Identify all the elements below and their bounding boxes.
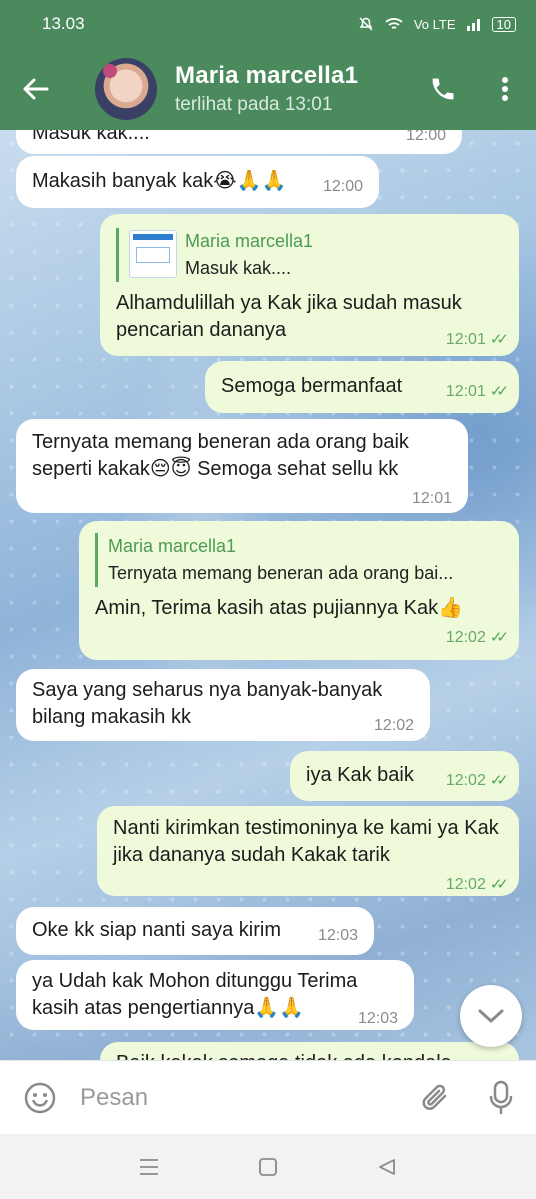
message-out[interactable]: Nanti kirimkan testimoninya ke kami ya K… bbox=[97, 806, 519, 896]
recent-apps-button[interactable] bbox=[129, 1147, 169, 1187]
status-time: 13.03 bbox=[42, 14, 85, 33]
message-out[interactable]: iya Kak baik 12:02 ✓✓ bbox=[290, 751, 519, 801]
scroll-down-button[interactable] bbox=[460, 985, 522, 1047]
wifi-icon bbox=[385, 18, 403, 29]
microphone-icon bbox=[489, 1080, 513, 1114]
system-nav-bar bbox=[0, 1134, 536, 1199]
phone-icon bbox=[432, 78, 454, 100]
home-button[interactable] bbox=[248, 1147, 288, 1187]
message-time: 12:00 bbox=[405, 130, 446, 144]
message-time: 12:02 bbox=[445, 772, 486, 789]
chat-area[interactable]: Masuk kak.... 12:00 Makasih banyak kak😭🙏… bbox=[0, 130, 536, 1060]
double-check-icon: ✓✓ bbox=[489, 331, 509, 348]
avatar[interactable] bbox=[95, 58, 157, 120]
mute-icon bbox=[359, 17, 373, 31]
message-time: 12:03 bbox=[317, 927, 358, 944]
reply-quote[interactable]: Maria marcella1 Masuk kak.... bbox=[116, 228, 503, 282]
message-in[interactable]: Masuk kak.... 12:00 bbox=[16, 130, 462, 154]
signal-icon bbox=[466, 19, 480, 31]
message-in[interactable]: Makasih banyak kak😭🙏🙏 12:00 bbox=[16, 156, 379, 208]
message-text: Masuk kak.... bbox=[32, 130, 150, 144]
message-text: Nanti kirimkan testimoninya ke kami ya K… bbox=[113, 817, 499, 866]
message-text: Makasih banyak kak😭🙏🙏 bbox=[32, 170, 287, 192]
message-text: iya Kak baik bbox=[306, 764, 414, 786]
message-time: 12:02 bbox=[445, 629, 486, 646]
message-time: 12:02 bbox=[373, 717, 414, 734]
message-time: 12:02 bbox=[445, 876, 486, 893]
message-in[interactable]: ya Udah kak Mohon ditunggu Terima kasih … bbox=[16, 960, 414, 1030]
message-in[interactable]: Oke kk siap nanti saya kirim 12:03 bbox=[16, 907, 374, 955]
quote-text: Ternyata memang beneran ada orang bai... bbox=[108, 563, 454, 583]
message-time: 12:03 bbox=[357, 1010, 398, 1027]
message-text: Semoga bermanfaat bbox=[221, 375, 403, 397]
message-time: 12:00 bbox=[322, 178, 363, 195]
message-in[interactable]: Ternyata memang beneran ada orang baik s… bbox=[16, 419, 468, 513]
more-vertical-icon bbox=[502, 77, 508, 101]
back-nav-button[interactable] bbox=[367, 1147, 407, 1187]
double-check-icon: ✓✓ bbox=[489, 629, 509, 646]
paperclip-icon bbox=[422, 1084, 447, 1110]
message-text: Oke kk siap nanti saya kirim bbox=[32, 919, 281, 941]
chevron-down-icon bbox=[478, 1009, 504, 1023]
message-text: Ternyata memang beneran ada orang baik s… bbox=[32, 431, 409, 480]
emoji-button[interactable] bbox=[0, 1061, 80, 1135]
quote-thumbnail bbox=[129, 230, 177, 278]
chat-header: Maria marcella1 terlihat pada 13:01 bbox=[0, 48, 536, 130]
message-text: ya Udah kak Mohon ditunggu Terima kasih … bbox=[32, 970, 358, 1019]
contact-info[interactable]: Maria marcella1 terlihat pada 13:01 bbox=[175, 62, 412, 116]
contact-name: Maria marcella1 bbox=[175, 62, 359, 89]
double-check-icon: ✓✓ bbox=[489, 383, 509, 400]
message-out[interactable]: Maria marcella1 Masuk kak.... Alhamdulil… bbox=[100, 214, 519, 356]
home-square-icon bbox=[259, 1157, 277, 1176]
message-text: Amin, Terima kasih atas pujiannya Kak👍 bbox=[95, 597, 464, 619]
message-out[interactable]: Maria marcella1 Ternyata memang beneran … bbox=[79, 521, 519, 660]
battery-icon: 10 bbox=[491, 16, 516, 32]
message-out[interactable]: Baik kakak semoga tidak ada kendala bbox=[100, 1042, 519, 1060]
message-input[interactable] bbox=[80, 1083, 406, 1112]
double-check-icon: ✓✓ bbox=[489, 876, 509, 893]
message-time: 12:01 bbox=[445, 331, 486, 348]
triangle-back-icon bbox=[378, 1158, 395, 1175]
message-out[interactable]: Semoga bermanfaat 12:01 ✓✓ bbox=[205, 361, 519, 413]
reply-quote[interactable]: Maria marcella1 Ternyata memang beneran … bbox=[95, 533, 503, 587]
emoji-icon bbox=[24, 1082, 56, 1113]
call-button[interactable] bbox=[412, 48, 474, 130]
message-text: Baik kakak semoga tidak ada kendala bbox=[116, 1052, 452, 1060]
attach-button[interactable] bbox=[406, 1061, 466, 1135]
more-options-button[interactable] bbox=[474, 48, 536, 130]
last-seen: terlihat pada 13:01 bbox=[175, 94, 333, 115]
menu-icon bbox=[140, 1158, 159, 1175]
quote-text: Masuk kak.... bbox=[185, 258, 292, 278]
message-time: 12:01 bbox=[445, 383, 486, 400]
message-input-bar bbox=[0, 1060, 536, 1134]
double-check-icon: ✓✓ bbox=[489, 772, 509, 789]
arrow-left-icon bbox=[23, 78, 49, 100]
network-label: Vo LTE bbox=[413, 16, 456, 32]
message-text: Saya yang seharus nya banyak-banyak bila… bbox=[32, 679, 383, 728]
message-in[interactable]: Saya yang seharus nya banyak-banyak bila… bbox=[16, 669, 430, 741]
message-time: 12:01 bbox=[411, 490, 452, 507]
status-bar: 13.03 Vo LTE 10 bbox=[0, 0, 536, 48]
quote-sender: Maria marcella1 bbox=[185, 231, 314, 251]
quote-sender: Maria marcella1 bbox=[108, 536, 237, 556]
back-button[interactable] bbox=[0, 48, 70, 130]
voice-button[interactable] bbox=[466, 1061, 536, 1135]
